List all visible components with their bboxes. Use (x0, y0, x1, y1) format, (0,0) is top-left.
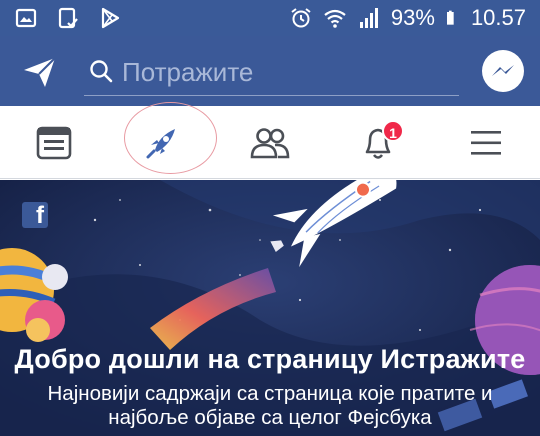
friends-icon (250, 127, 290, 158)
play-store-icon (101, 7, 120, 29)
facebook-logo: f (22, 202, 48, 229)
tab-menu[interactable] (432, 106, 540, 179)
status-bar-notifications (14, 6, 122, 30)
search-icon (90, 60, 113, 83)
news-feed-icon (36, 126, 72, 159)
tab-notifications[interactable]: 1 (324, 106, 432, 179)
hero-subtitle: Најновији садржаји са страница које прат… (47, 382, 493, 429)
explore-hero-banner: f Добро дошли на страницу Истражите Најн… (0, 180, 540, 436)
image-icon (15, 8, 37, 28)
top-bar (0, 36, 540, 106)
menu-icon (471, 130, 501, 155)
search-bar[interactable] (84, 50, 459, 96)
compose-button[interactable] (20, 52, 60, 92)
battery-icon (446, 10, 454, 25)
search-input[interactable] (122, 54, 452, 90)
messenger-button[interactable] (482, 50, 524, 92)
wifi-icon (324, 9, 346, 28)
highlight-circle (124, 102, 217, 174)
battery-percent: 93% (390, 5, 435, 30)
status-bar-system: 93% 10.57 (289, 4, 526, 32)
alarm-icon (291, 8, 311, 28)
status-bar: 93% 10.57 (0, 0, 540, 36)
hero-title: Добро дошли на страницу Истражите (14, 344, 526, 374)
tab-bar: 1 (0, 106, 540, 179)
tab-friends[interactable] (216, 106, 324, 179)
messenger-icon (492, 65, 514, 76)
notification-badge: 1 (382, 120, 404, 142)
status-time: 10.57 (470, 5, 526, 30)
tab-news-feed[interactable] (0, 106, 108, 179)
compose-icon (24, 57, 56, 87)
clipboard-check-icon (58, 7, 78, 29)
signal-icon (359, 8, 378, 28)
